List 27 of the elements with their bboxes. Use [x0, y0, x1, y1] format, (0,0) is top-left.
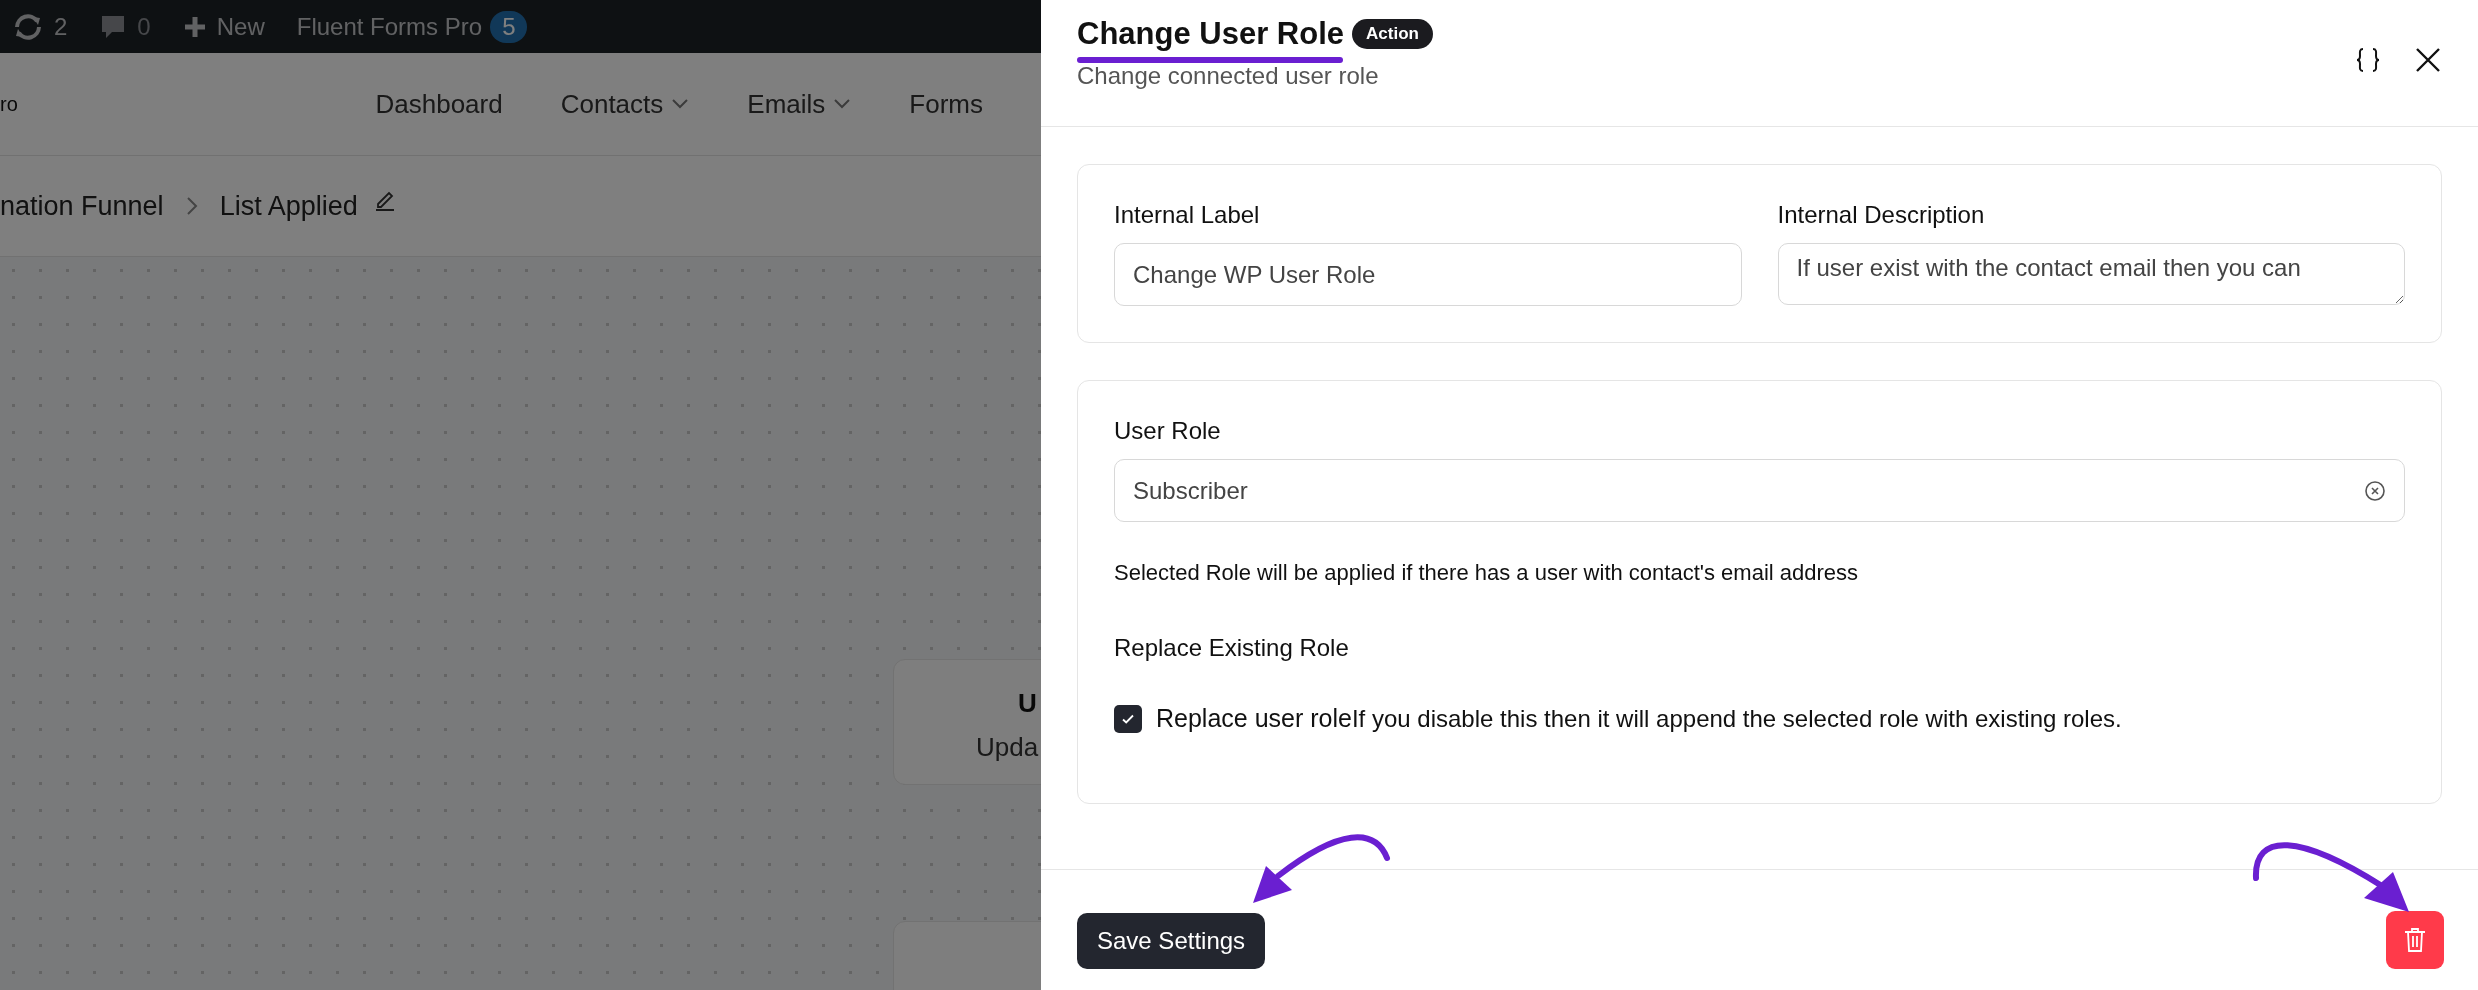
nav-item[interactable]: Contacts: [560, 88, 664, 120]
checkbox-label[interactable]: Replace user roleIf you disable this then it will append the selected role with existing roles.: [1156, 704, 2122, 733]
new-link[interactable]: New: [216, 12, 265, 41]
select-field[interactable]: Subscriber: [1114, 459, 2405, 522]
drawer-title: Change User Role: [1077, 16, 1344, 52]
help-text: Selected Role will be applied if there has a user with contact's email address: [1114, 560, 1860, 586]
nav-item[interactable]: Emails: [747, 88, 826, 120]
field-label: Internal Label: [1114, 201, 1261, 229]
flow-node[interactable]: U Upda: [893, 659, 1041, 785]
input-field[interactable]: Change WP User Role: [1114, 243, 1742, 306]
update-count[interactable]: 2: [54, 12, 68, 41]
type-badge: Action: [1352, 19, 1433, 49]
field-label: User Role: [1114, 417, 1222, 445]
textarea-field[interactable]: If user exist with the contact email then you can: [1777, 243, 2405, 305]
save-button[interactable]: Save Settings: [1077, 913, 1266, 969]
count-badge: 5: [490, 10, 528, 43]
node-title: U: [1018, 688, 1037, 719]
node-subtitle: Upda: [976, 732, 1039, 763]
field-label: Internal Description: [1777, 201, 1986, 229]
breadcrumb-current: List Applied: [219, 190, 358, 222]
nav-item[interactable]: Forms: [909, 88, 983, 120]
plugin-link[interactable]: Fluent Forms Pro: [296, 12, 483, 41]
field-label: Replace Existing Role: [1114, 634, 1350, 662]
logo-text[interactable]: ro: [0, 92, 376, 116]
drawer-subtitle: Change connected user role: [1077, 62, 1380, 90]
nav-item[interactable]: Dashboard: [375, 88, 503, 120]
breadcrumb-link[interactable]: nation Funnel: [0, 190, 164, 222]
